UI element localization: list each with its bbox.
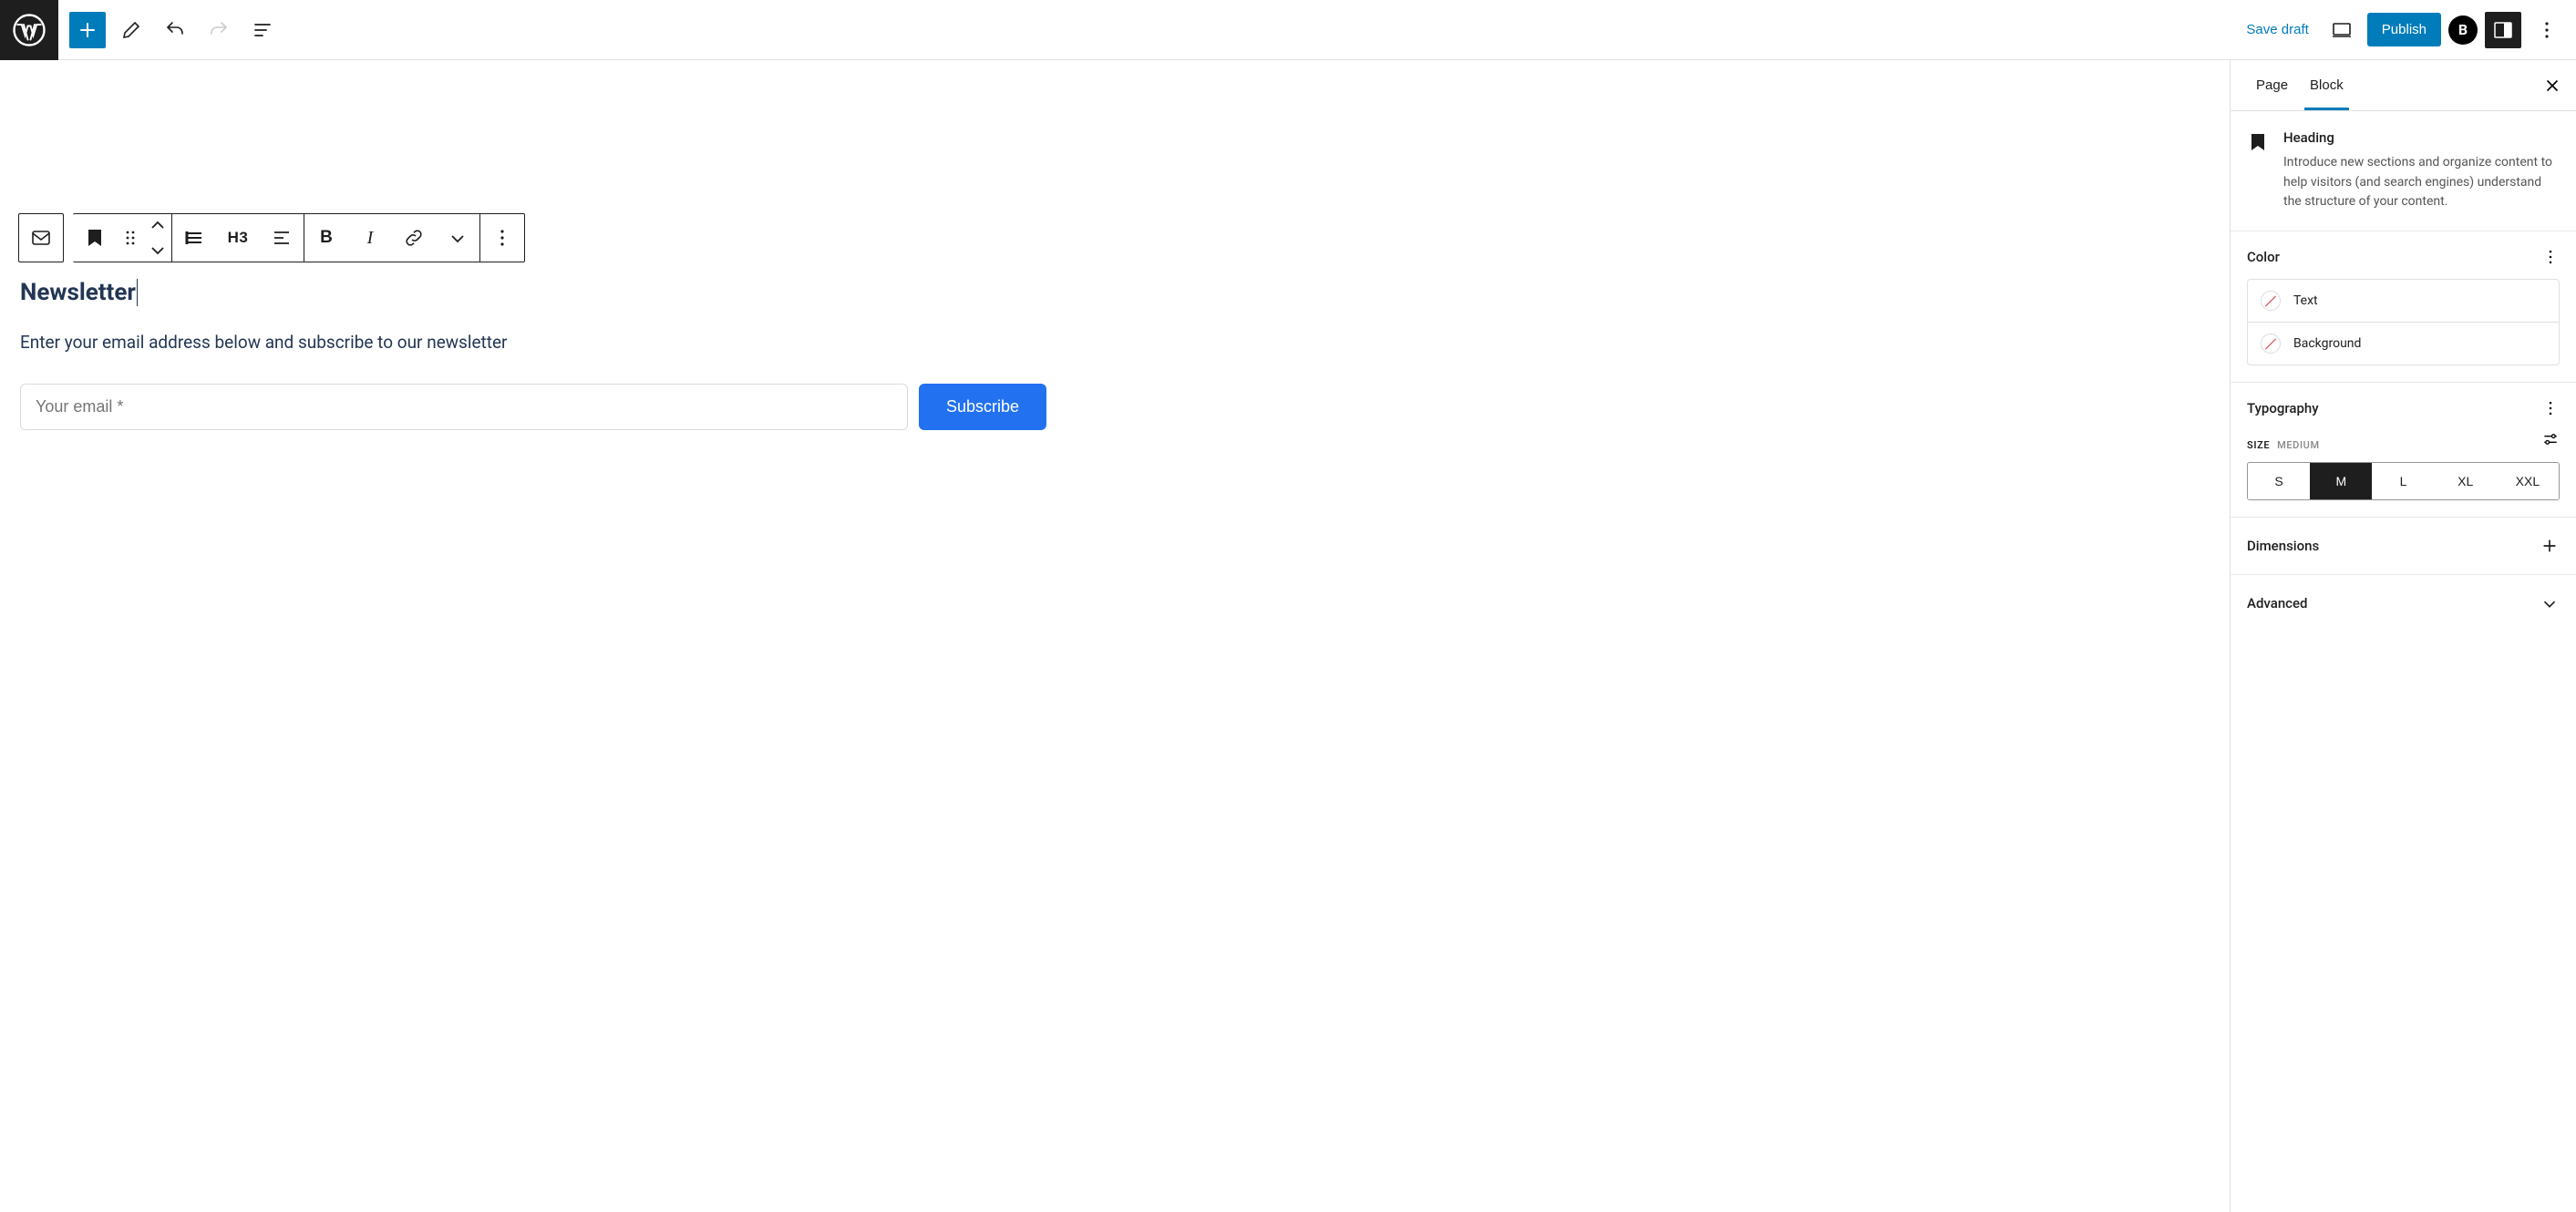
add-block-button[interactable]	[69, 12, 106, 48]
size-option-l[interactable]: L	[2372, 463, 2434, 499]
close-sidebar-button[interactable]	[2536, 69, 2569, 102]
color-panel: Color Text Background	[2231, 231, 2576, 383]
size-segmented-control: S M L XL XXL	[2247, 462, 2560, 500]
preview-button[interactable]	[2324, 12, 2360, 48]
newsletter-form-row: Subscribe	[20, 384, 1046, 430]
advanced-label: Advanced	[2247, 595, 2307, 611]
color-background-label: Background	[2293, 336, 2361, 351]
link-button[interactable]	[392, 214, 436, 262]
editor-topbar: Save draft Publish B	[0, 0, 2576, 60]
typography-panel: Typography Size Medium S M L XL	[2231, 383, 2576, 518]
block-info-description: Introduce new sections and organize cont…	[2283, 153, 2560, 212]
brevo-plugin-icon[interactable]: B	[2448, 15, 2478, 45]
align-button[interactable]	[172, 214, 216, 262]
empty-swatch-icon	[2261, 334, 2281, 354]
redo-button[interactable]	[201, 12, 237, 48]
size-option-xxl[interactable]: XXL	[2497, 463, 2559, 499]
undo-button[interactable]	[157, 12, 193, 48]
block-type-heading-icon[interactable]	[73, 214, 117, 262]
typography-panel-title: Typography	[2247, 400, 2319, 416]
empty-swatch-icon	[2261, 291, 2281, 311]
email-input[interactable]	[20, 384, 908, 430]
size-option-m[interactable]: M	[2310, 463, 2372, 499]
color-panel-menu[interactable]	[2541, 248, 2560, 266]
advanced-panel-toggle[interactable]: Advanced	[2231, 575, 2576, 632]
subscribe-button[interactable]: Subscribe	[919, 384, 1046, 430]
tab-page[interactable]: Page	[2245, 61, 2299, 109]
bold-button[interactable]: B	[304, 214, 348, 262]
size-label: Size	[2247, 439, 2270, 451]
wordpress-logo[interactable]	[0, 0, 58, 60]
tab-block[interactable]: Block	[2299, 61, 2354, 109]
publish-button[interactable]: Publish	[2367, 13, 2441, 46]
paragraph-block[interactable]: Enter your email address below and subsc…	[20, 332, 1046, 353]
size-option-s[interactable]: S	[2248, 463, 2310, 499]
block-info-panel: Heading Introduce new sections and organ…	[2231, 111, 2576, 231]
more-rich-text-button[interactable]	[436, 214, 479, 262]
editor-canvas[interactable]: H3 B I	[0, 60, 2230, 1212]
color-panel-title: Color	[2247, 249, 2280, 265]
block-info-title: Heading	[2283, 129, 2560, 146]
move-down-button[interactable]	[144, 238, 171, 262]
document-overview-button[interactable]	[244, 12, 281, 48]
heading-block[interactable]: Newsletter	[20, 279, 138, 306]
save-draft-button[interactable]: Save draft	[2239, 15, 2315, 45]
block-toolbar: H3 B I	[18, 213, 525, 262]
italic-button[interactable]: I	[348, 214, 392, 262]
size-custom-toggle[interactable]	[2541, 430, 2560, 448]
options-menu-button[interactable]	[2529, 12, 2565, 48]
dimensions-label: Dimensions	[2247, 538, 2319, 554]
dimensions-panel-toggle[interactable]: Dimensions	[2231, 518, 2576, 575]
plus-icon	[2540, 536, 2560, 556]
settings-sidebar: Page Block Heading Introduce new section…	[2230, 60, 2576, 1212]
color-background-row[interactable]: Background	[2248, 322, 2559, 365]
drag-handle-icon[interactable]	[117, 214, 144, 262]
heading-block-icon	[2247, 129, 2269, 212]
heading-level-button[interactable]: H3	[216, 214, 260, 262]
size-value: Medium	[2277, 439, 2320, 451]
color-text-row[interactable]: Text	[2248, 280, 2559, 322]
tools-button[interactable]	[113, 12, 149, 48]
text-align-button[interactable]	[260, 214, 304, 262]
parent-block-envelope-icon[interactable]	[19, 214, 63, 262]
size-option-xl[interactable]: XL	[2435, 463, 2497, 499]
block-options-button[interactable]	[480, 214, 524, 262]
settings-sidebar-toggle[interactable]	[2485, 12, 2521, 48]
chevron-down-icon	[2540, 593, 2560, 613]
color-text-label: Text	[2293, 293, 2318, 308]
move-up-button[interactable]	[144, 214, 171, 238]
typography-panel-menu[interactable]	[2541, 399, 2560, 417]
